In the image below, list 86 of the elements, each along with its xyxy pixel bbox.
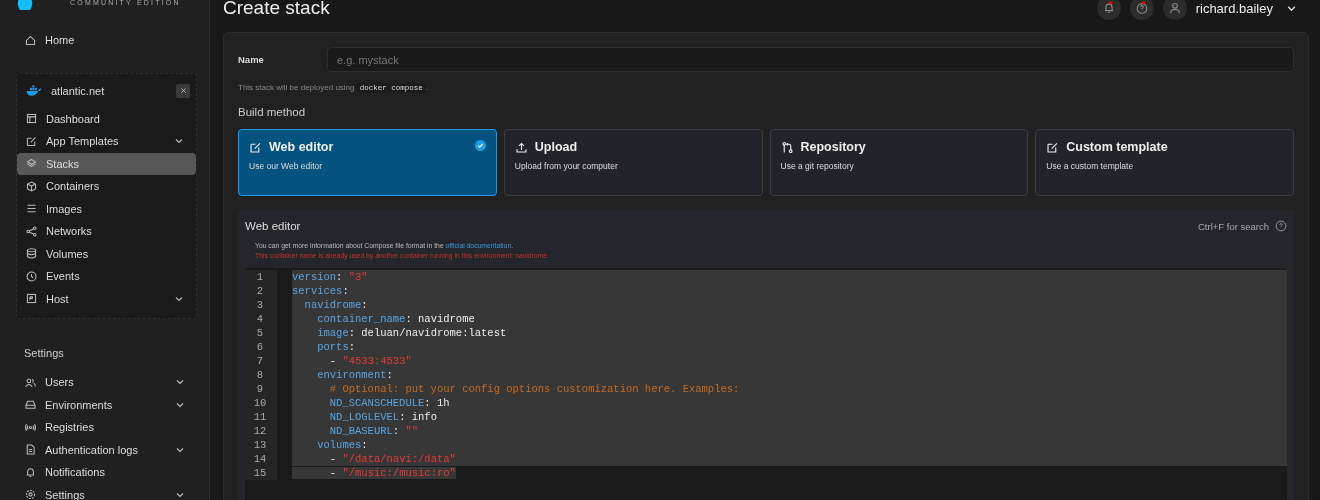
home-link[interactable]: Home bbox=[16, 29, 197, 52]
sidebar-item[interactable]: Users bbox=[16, 371, 197, 394]
sidebar-item[interactable]: App Templates bbox=[17, 130, 196, 153]
help-icon bbox=[1134, 1, 1149, 15]
edit-icon bbox=[249, 140, 262, 154]
box-icon bbox=[25, 179, 38, 193]
code-line: ND_BASEURL: "" bbox=[328, 425, 419, 437]
home-icon bbox=[24, 33, 37, 47]
upload-icon bbox=[514, 140, 528, 154]
sidebar-item[interactable]: Images bbox=[17, 197, 196, 220]
line-number: 6 bbox=[245, 340, 277, 354]
whale-icon bbox=[26, 84, 42, 97]
environment-name: atlantic.net bbox=[51, 84, 106, 97]
edit-icon bbox=[25, 134, 38, 148]
help-button[interactable] bbox=[1129, 0, 1154, 20]
code-line: services: bbox=[292, 285, 349, 297]
line-number: 4 bbox=[245, 312, 277, 326]
line-number: 10 bbox=[245, 396, 277, 410]
sidebar-item[interactable]: Environments bbox=[16, 393, 197, 416]
code-line: - "4533:4533" bbox=[328, 355, 412, 367]
sidebar-item[interactable]: Host bbox=[17, 287, 196, 310]
sidebar-item[interactable]: Containers bbox=[17, 175, 196, 198]
code-line: image: deluan/navidrome:latest bbox=[316, 327, 507, 339]
clock-icon bbox=[25, 269, 38, 283]
search-hint: Ctrl+F for search bbox=[1198, 220, 1269, 232]
sidebar-item[interactable]: Dashboard bbox=[17, 107, 196, 130]
line-number: 12 bbox=[245, 424, 277, 438]
line-number: 7 bbox=[245, 354, 277, 368]
help-icon[interactable] bbox=[1275, 220, 1287, 232]
checkmark-icon bbox=[474, 140, 486, 151]
notifications-button[interactable] bbox=[1096, 0, 1121, 20]
sidebar-item[interactable]: Networks bbox=[17, 220, 196, 243]
code-line: container_name: navidrome bbox=[316, 313, 475, 325]
line-number: 11 bbox=[245, 410, 277, 424]
line-number: 5 bbox=[245, 326, 277, 340]
line-number: 3 bbox=[245, 298, 277, 312]
layout-icon bbox=[25, 112, 38, 126]
code-line: # Optional: put your config options customization here. Examples: bbox=[328, 383, 740, 395]
git-icon bbox=[780, 140, 794, 154]
line-number: 15 bbox=[245, 466, 277, 480]
bell-icon bbox=[24, 465, 37, 479]
line-number: 8 bbox=[245, 368, 277, 382]
sidebar-item[interactable]: Volumes bbox=[17, 242, 196, 265]
line-number: 2 bbox=[245, 284, 277, 298]
gear-icon bbox=[24, 488, 37, 500]
code-line: version: "3" bbox=[292, 271, 368, 283]
build-method-option[interactable]: Web editor Use our Web editor bbox=[238, 129, 497, 196]
line-number: 9 bbox=[245, 382, 277, 396]
share-icon bbox=[25, 224, 38, 238]
file-icon bbox=[24, 443, 37, 457]
line-number: 14 bbox=[245, 452, 277, 466]
edit-icon bbox=[1046, 140, 1060, 154]
code-line: - "/data/navi:/data" bbox=[328, 453, 456, 465]
user-avatar-button[interactable] bbox=[1162, 0, 1187, 20]
hint-text: . bbox=[425, 83, 428, 92]
field-label: Name bbox=[238, 54, 265, 65]
sidebar-item[interactable]: Authentication logs bbox=[16, 438, 197, 461]
section-title: Settings bbox=[23, 347, 65, 359]
close-button[interactable] bbox=[176, 83, 190, 98]
code-line: ports: bbox=[316, 341, 356, 353]
line-number: 13 bbox=[245, 438, 277, 452]
code-line: ND_SCANSCHEDULE: 1h bbox=[328, 397, 450, 409]
build-method-option[interactable]: Repository Use a git repository bbox=[769, 129, 1029, 196]
hint-text: This stack will be deployed using bbox=[238, 83, 355, 92]
host-icon bbox=[25, 292, 38, 306]
build-method-option[interactable]: Custom template Use a custom template bbox=[1035, 129, 1294, 196]
code-line: ND_LOGLEVEL: info bbox=[328, 411, 437, 423]
sidebar-item[interactable]: Registries bbox=[16, 416, 197, 439]
logo-icon bbox=[16, 0, 34, 10]
editor-title: Web editor bbox=[245, 220, 301, 232]
build-method-option[interactable]: Upload Upload from your computer bbox=[503, 129, 763, 196]
sidebar-item[interactable]: Events bbox=[17, 265, 196, 288]
page-title: Create stack bbox=[223, 0, 330, 19]
sidebar-item[interactable]: Stacks bbox=[17, 152, 196, 175]
close-icon bbox=[179, 87, 187, 94]
name-input-field[interactable]: e.g. mystack bbox=[327, 47, 1294, 72]
section-title: Build method bbox=[238, 106, 307, 118]
db-icon bbox=[25, 247, 38, 261]
user-name[interactable]: richard.bailey bbox=[1195, 0, 1273, 16]
user-icon bbox=[1167, 1, 1182, 15]
code-line: environment: bbox=[316, 369, 393, 381]
sidebar-item[interactable]: Notifications bbox=[16, 461, 197, 484]
code-line: navidrome: bbox=[303, 299, 368, 311]
drive-icon bbox=[24, 398, 37, 412]
code-line: volumes: bbox=[316, 439, 368, 451]
line-number: 1 bbox=[245, 270, 277, 284]
